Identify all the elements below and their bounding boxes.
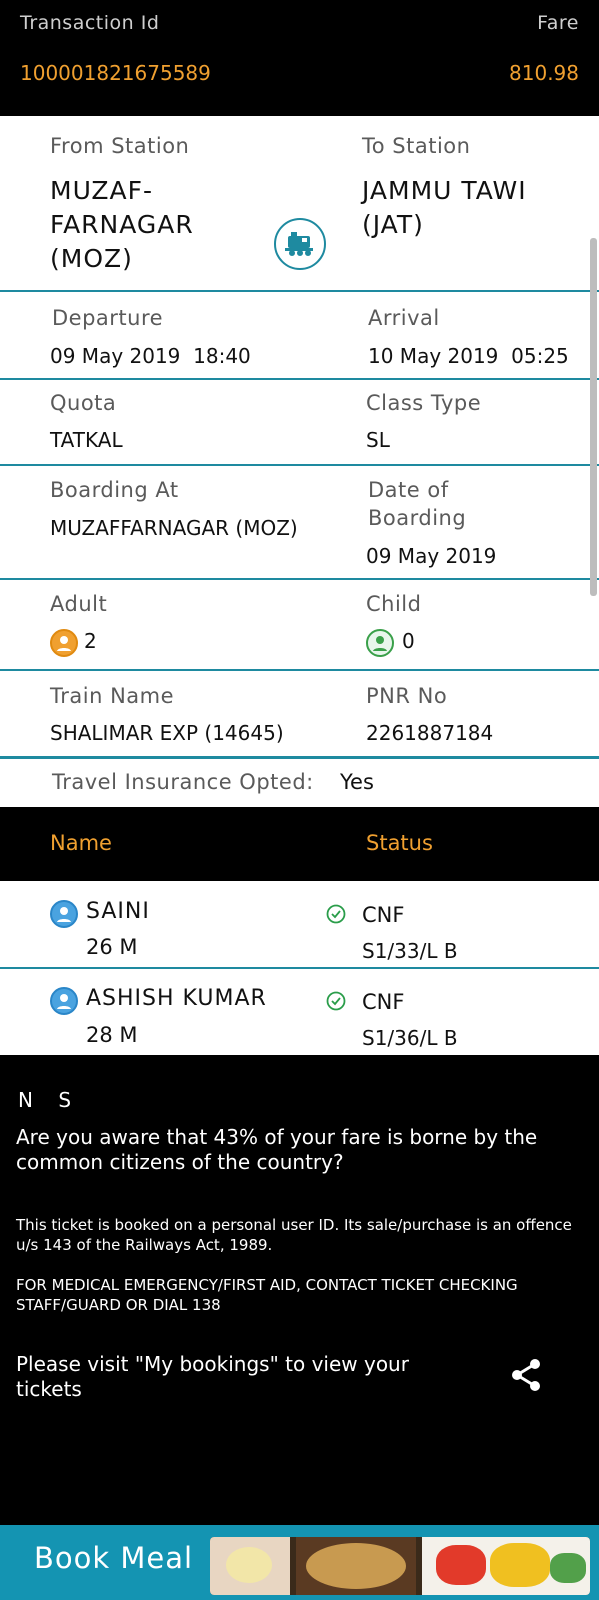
list-item[interactable]: SAINI 26 M CNF S1/33/L B (0, 881, 599, 967)
awareness-text: Are you aware that 43% of your fare is b… (16, 1125, 538, 1174)
divider (0, 578, 599, 580)
name-column-header: Name (50, 831, 112, 855)
adult-icon (50, 629, 78, 657)
quota-label: Quota (50, 391, 117, 415)
passenger-age-gender: 28 M (86, 1023, 138, 1047)
ticket-header: Transaction Id Fare 100001821675589 810.… (0, 0, 599, 116)
book-meal-banner[interactable]: Book Meal (0, 1525, 599, 1600)
quota-value: TATKAL (50, 428, 123, 452)
pnr-value: 2261887184 (366, 721, 494, 745)
person-icon (50, 900, 78, 928)
passenger-berth: S1/36/L B (362, 1026, 458, 1050)
passenger-name: ASHISH KUMAR (86, 986, 267, 1011)
book-meal-label: Book Meal (34, 1541, 194, 1575)
check-circle-icon (326, 991, 346, 1015)
arrival-time: 05:25 (511, 344, 569, 368)
scrollbar[interactable] (590, 238, 597, 596)
from-station-value: MUZAF- FARNAGAR (MOZ) (50, 176, 194, 273)
pnr-label: PNR No (366, 684, 448, 708)
passenger-age-gender: 26 M (86, 935, 138, 959)
passenger-header: Name Status (0, 807, 599, 881)
to-station-value: JAMMU TAWI (JAT) (362, 176, 527, 239)
passenger-berth: S1/33/L B (362, 939, 458, 963)
train-name-value: SHALIMAR EXP (14645) (50, 721, 284, 745)
passenger-name: SAINI (86, 899, 150, 924)
transaction-label: Transaction Id (20, 12, 160, 34)
check-circle-icon (326, 904, 346, 928)
date-of-boarding-value: 09 May 2019 (366, 544, 497, 568)
arrival-date: 10 May 2019 (368, 344, 499, 368)
departure-date: 09 May 2019 (50, 344, 181, 368)
departure-value: 09 May 2019 18:40 (50, 344, 251, 368)
insurance-label: Travel Insurance Opted: (52, 770, 314, 794)
date-of-boarding-label: Date of Boarding (368, 478, 467, 530)
adult-count: 2 (84, 629, 97, 653)
passenger-status: CNF (362, 990, 405, 1014)
divider (0, 464, 599, 466)
divider (0, 378, 599, 380)
visit-bookings-text: Please visit "My bookings" to view your … (16, 1352, 409, 1401)
divider (0, 756, 599, 759)
boarding-at-label: Boarding At (50, 478, 179, 502)
medical-emergency-text: FOR MEDICAL EMERGENCY/FIRST AID, CONTACT… (16, 1276, 518, 1314)
passenger-status: CNF (362, 903, 405, 927)
ns-text: N S (18, 1088, 72, 1112)
to-station-label: To Station (362, 134, 471, 158)
passenger-list: SAINI 26 M CNF S1/33/L B ASHISH KUMAR 28… (0, 881, 599, 1055)
arrival-value: 10 May 2019 05:25 (368, 344, 569, 368)
notes-panel: N S Are you aware that 43% of your fare … (0, 1055, 599, 1525)
child-count: 0 (402, 629, 415, 653)
insurance-value: Yes (340, 770, 374, 794)
boarding-at-value: MUZAFFARNAGAR (MOZ) (50, 516, 298, 540)
class-type-label: Class Type (366, 391, 482, 415)
status-column-header: Status (366, 831, 433, 855)
divider (0, 669, 599, 671)
departure-label: Departure (52, 306, 164, 330)
adult-label: Adult (50, 592, 108, 616)
train-icon[interactable] (274, 218, 326, 270)
departure-time: 18:40 (193, 344, 251, 368)
train-name-label: Train Name (50, 684, 175, 708)
arrival-label: Arrival (368, 306, 440, 330)
list-item[interactable]: ASHISH KUMAR 28 M CNF S1/36/L B (0, 969, 599, 1055)
transaction-id: 100001821675589 (20, 61, 211, 85)
fare-value: 810.98 (509, 61, 579, 85)
fare-label: Fare (537, 12, 579, 34)
journey-details[interactable]: From Station To Station MUZAF- FARNAGAR … (0, 116, 599, 807)
child-label: Child (366, 592, 422, 616)
child-icon (366, 629, 394, 657)
from-station-label: From Station (50, 134, 190, 158)
meal-image (210, 1537, 590, 1595)
person-icon (50, 987, 78, 1015)
divider (0, 290, 599, 292)
share-icon[interactable] (508, 1357, 544, 1397)
class-type-value: SL (366, 428, 390, 452)
personal-id-text: This ticket is booked on a personal user… (16, 1216, 572, 1254)
